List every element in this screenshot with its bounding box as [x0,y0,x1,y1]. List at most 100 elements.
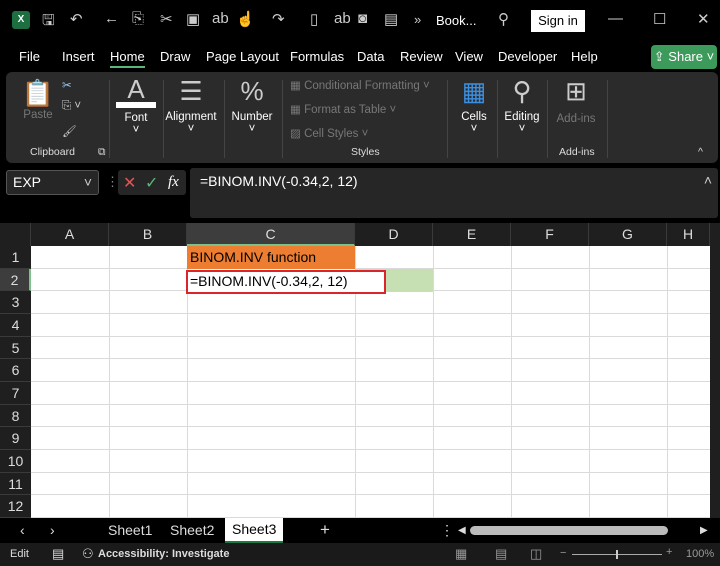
tab-page-layout[interactable]: Page Layout [206,49,279,64]
column-header-g[interactable]: G [589,223,667,246]
column-header-h[interactable]: H [667,223,710,246]
zoom-out-icon[interactable]: − [560,547,566,559]
camera-icon[interactable]: ◙ [358,10,367,27]
copy-icon[interactable]: ⎘ ˅ [62,100,81,113]
zoom-in-icon[interactable]: + [666,546,672,558]
row-header-4[interactable]: 4 [0,314,31,337]
conditional-formatting-button[interactable]: ▦ Conditional Formatting ˅ [290,78,430,92]
enter-check-icon[interactable]: ✓ [145,173,158,193]
maximize-icon[interactable]: ☐ [653,10,666,28]
select-all-corner[interactable] [0,223,31,246]
clipboard-launcher-icon[interactable]: ⧉ [98,146,106,159]
more-options-icon[interactable]: ⋮ [440,522,454,539]
copy-icon[interactable]: ⎘ [132,10,144,27]
macro-recording-icon[interactable]: ▤ [52,546,64,562]
undo-icon[interactable]: ↶ [70,10,83,28]
tab-developer[interactable]: Developer [498,49,557,64]
sheet-tab-sheet3[interactable]: Sheet3 [225,518,284,543]
normal-view-icon[interactable]: ▦ [455,546,467,562]
add-ins-button[interactable]: ⊞ Add-ins [552,76,600,125]
row-header-10[interactable]: 10 [0,450,31,473]
cell-c2-editing[interactable]: =BINOM.INV(-0.34,2, 12) [186,270,386,294]
prev-sheet-icon[interactable]: ‹ [20,522,25,538]
row-header-12[interactable]: 12 [0,495,31,518]
image-icon[interactable]: ▣ [186,10,200,28]
font-button[interactable]: A Font ˅ [116,76,156,136]
zoom-level[interactable]: 100% [686,548,714,560]
number-button[interactable]: % Number ˅ [228,76,276,135]
name-box[interactable]: EXP ˅ [6,170,99,195]
scroll-right-icon[interactable]: ▶ [700,525,708,536]
zoom-slider[interactable] [572,550,662,559]
close-icon[interactable]: ✕ [697,10,710,28]
collapse-ribbon-icon[interactable]: ^ [698,146,703,158]
row-header-9[interactable]: 9 [0,427,31,450]
new-file-icon[interactable]: ▯ [310,10,318,28]
cell-c1[interactable]: BINOM.INV function [187,246,355,269]
tab-home[interactable]: Home [110,49,145,68]
spelling-icon[interactable]: ab [212,10,229,27]
cells-button[interactable]: ▦ Cells ˅ [454,76,494,135]
editing-button[interactable]: ⚲ Editing ˅ [502,76,542,135]
ribbon-tabs: File Insert Home Draw Page Layout Formul… [0,42,720,72]
back-icon[interactable]: ← [104,10,119,27]
touch-mode-icon[interactable]: ☝ [236,10,255,28]
add-sheet-icon[interactable]: + [320,520,330,540]
row-header-6[interactable]: 6 [0,359,31,382]
column-header-c[interactable]: C [187,223,355,246]
sheet-tab-sheet1[interactable]: Sheet1 [108,522,152,538]
column-header-b[interactable]: B [109,223,187,246]
page-layout-view-icon[interactable]: ▤ [495,546,507,562]
tab-file[interactable]: File [19,49,40,64]
column-header-a[interactable]: A [31,223,109,246]
accessibility-status[interactable]: Accessibility: Investigate [98,548,229,560]
more-commands-icon[interactable]: » [414,12,421,27]
save-icon[interactable]: 🖫 [42,10,55,35]
zoom-slider-thumb[interactable] [616,550,618,559]
tab-draw[interactable]: Draw [160,49,190,64]
row-header-11[interactable]: 11 [0,472,31,496]
column-header-e[interactable]: E [433,223,511,246]
cell-styles-button[interactable]: ▨ Cell Styles ˅ [290,126,368,140]
tab-view[interactable]: View [455,49,483,64]
row-header-1[interactable]: 1 [0,246,31,269]
row-header-5[interactable]: 5 [0,336,31,360]
cut-icon[interactable]: ✂ [160,10,173,28]
insert-function-button[interactable]: fx [168,174,179,191]
tab-help[interactable]: Help [571,49,598,64]
tab-data[interactable]: Data [357,49,384,64]
column-header-f[interactable]: F [511,223,589,246]
styles-group-label: Styles [351,146,380,158]
page-break-view-icon[interactable]: ◫ [530,546,542,562]
paste-button[interactable]: 📋 Paste [18,78,58,121]
form-icon[interactable]: ▤ [384,10,398,28]
alignment-button[interactable]: ☰ Alignment ˅ [164,76,218,135]
row-header-8[interactable]: 8 [0,404,31,428]
minimize-icon[interactable]: — [608,10,623,27]
scroll-left-icon[interactable]: ◀ [458,525,466,536]
tab-review[interactable]: Review [400,49,443,64]
row-header-2[interactable]: 2 [0,268,31,292]
tab-formulas[interactable]: Formulas [290,49,344,64]
search-icon[interactable]: ⚲ [498,10,509,28]
cut-icon[interactable]: ✂ [62,78,72,92]
column-header-d[interactable]: D [355,223,433,246]
cancel-icon[interactable]: ✕ [123,173,136,193]
format-painter-icon[interactable]: 🖌 [62,124,77,138]
collapse-formula-bar-icon[interactable]: ˄ [704,172,712,188]
format-as-table-button[interactable]: ▦ Format as Table ˅ [290,102,396,116]
row-header-3[interactable]: 3 [0,291,31,314]
title-bar: X 🖫 ↶ ← ⎘ ✂ ▣ ab ☝ ↷ ▯ ab ◙ ▤ » Book... … [0,0,720,40]
strikethrough-icon[interactable]: ab [334,10,351,27]
spreadsheet-grid[interactable]: A B C D E F G H 1 2 3 4 5 6 7 8 9 10 11 12 BINOM.IN… [0,223,710,518]
sheet-tab-sheet2[interactable]: Sheet2 [170,522,214,538]
share-button[interactable]: ⇪ Share ˅ [651,45,717,69]
horizontal-scrollbar[interactable] [470,526,668,535]
tab-insert[interactable]: Insert [62,49,95,64]
vertical-scrollbar[interactable] [710,223,720,518]
sign-in-button[interactable]: Sign in [531,10,585,32]
formula-input[interactable]: =BINOM.INV(-0.34,2, 12) ˄ [190,168,718,218]
redo-icon[interactable]: ↷ [272,10,285,28]
next-sheet-icon[interactable]: › [50,522,55,538]
row-header-7[interactable]: 7 [0,382,31,405]
